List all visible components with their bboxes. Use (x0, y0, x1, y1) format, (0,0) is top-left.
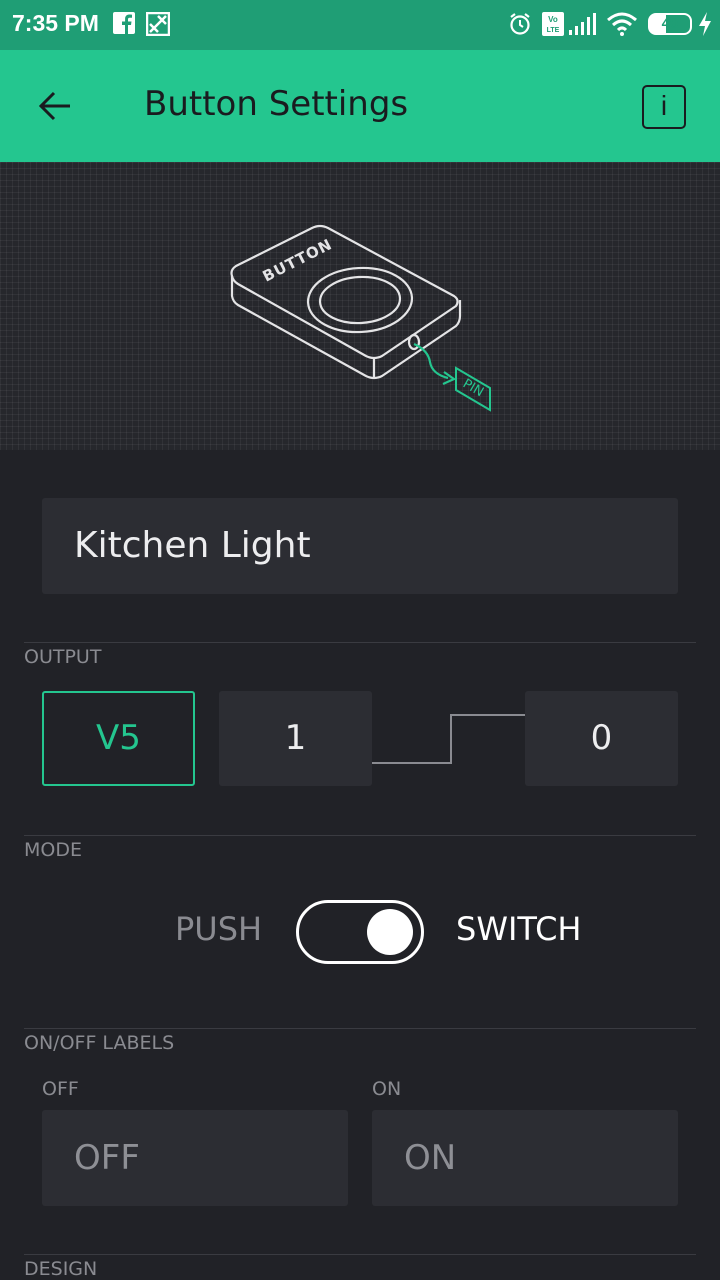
signal-icon (569, 13, 596, 35)
alarm-icon (510, 13, 530, 35)
mode-push-label[interactable]: PUSH (175, 910, 262, 948)
volte-icon: Vo LTE (542, 12, 564, 36)
page-title: Button Settings (144, 84, 409, 124)
status-time: 7:35 PM (12, 10, 99, 36)
divider (24, 1028, 696, 1029)
svg-text:LTE: LTE (547, 27, 560, 34)
mode-switch-label[interactable]: SWITCH (456, 910, 581, 948)
status-bar: 7:35 PM Vo LTE 40 (0, 0, 720, 50)
widget-name-input[interactable]: Kitchen Light (42, 498, 678, 594)
app-bar: Button Settings i (0, 50, 720, 162)
output-high-value-input[interactable]: 0 (525, 691, 678, 786)
battery-icon: 40 (648, 13, 692, 35)
mode-toggle-switch[interactable] (296, 900, 424, 964)
pin-label: PIN (460, 376, 486, 400)
widget-illustration: BUTTON PIN (0, 162, 720, 450)
output-wave-line (372, 714, 528, 764)
facebook-icon (113, 12, 135, 34)
arrow-left-icon (38, 91, 70, 121)
pin-select-button[interactable]: V5 (42, 691, 195, 786)
wifi-icon (607, 12, 637, 36)
info-button[interactable]: i (642, 85, 686, 129)
charging-icon (699, 12, 711, 36)
svg-text:Vo: Vo (548, 15, 558, 24)
design-section-label: DESIGN (24, 1258, 98, 1280)
output-low-value-input[interactable]: 1 (219, 691, 372, 786)
labels-section-label: ON/OFF LABELS (24, 1032, 175, 1054)
toggle-knob (367, 909, 413, 955)
mode-section-label: MODE (24, 839, 82, 861)
off-label-input[interactable]: OFF (42, 1110, 348, 1206)
output-section-label: OUTPUT (24, 646, 102, 668)
divider (24, 835, 696, 836)
app-notification-icon (146, 12, 170, 36)
on-caption: ON (372, 1078, 402, 1100)
divider (24, 1254, 696, 1255)
battery-level: 40 (661, 15, 679, 32)
button-device-illustration: BUTTON PIN (230, 224, 491, 412)
on-label-input[interactable]: ON (372, 1110, 678, 1206)
back-button[interactable] (30, 86, 80, 126)
divider (24, 642, 696, 643)
off-caption: OFF (42, 1078, 79, 1100)
